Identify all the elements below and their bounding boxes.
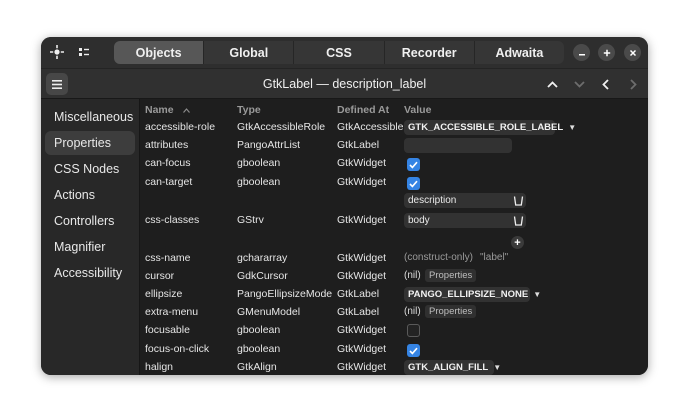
properties-table: Name Type Defined At Value accessible-ro… — [140, 99, 648, 375]
accessible-role-dropdown[interactable]: GTK_ACCESSIBLE_ROLE_LABEL ▼ — [404, 120, 576, 135]
sidebar-item-css-nodes[interactable]: CSS Nodes — [45, 157, 135, 181]
trash-icon — [513, 196, 524, 206]
property-defined-at: GtkAccessible — [337, 121, 404, 133]
cursor-properties-button[interactable]: Properties — [425, 269, 477, 282]
dropdown-arrow-icon: ▼ — [568, 123, 577, 132]
property-type: GtkAlign — [237, 361, 277, 373]
extra-menu-value: (nil) — [404, 306, 421, 317]
property-name: halign — [145, 361, 174, 373]
column-header-value[interactable]: Value — [404, 104, 431, 116]
chevron-right-icon[interactable] — [624, 75, 642, 93]
can-target-checkbox[interactable] — [407, 177, 420, 190]
property-type: gboolean — [237, 343, 281, 355]
property-type: GStrv — [237, 214, 264, 226]
property-type: GtkAccessibleRole — [237, 121, 326, 133]
column-header-defined-at[interactable]: Defined At — [337, 104, 389, 116]
sidebar-item-properties[interactable]: Properties — [45, 131, 135, 155]
tab-css[interactable]: CSS — [294, 41, 385, 64]
property-type: gchararray — [237, 252, 288, 264]
tab-adwaita[interactable]: Adwaita — [474, 41, 564, 64]
chevron-up-icon[interactable] — [543, 75, 561, 93]
focus-on-click-checkbox[interactable] — [407, 344, 420, 357]
can-focus-checkbox[interactable] — [407, 158, 420, 171]
object-tree-icon[interactable] — [73, 41, 95, 63]
remove-class-button[interactable] — [512, 194, 525, 207]
property-type: gboolean — [237, 157, 281, 169]
minimize-icon — [578, 53, 585, 55]
tab-global[interactable]: Global — [204, 41, 295, 64]
chevron-left-icon[interactable] — [596, 75, 614, 93]
dropdown-arrow-icon: ▼ — [493, 363, 502, 372]
tab-recorder[interactable]: Recorder — [384, 41, 475, 64]
property-name: css-name — [145, 252, 191, 264]
property-name: accessible-role — [145, 121, 216, 133]
inspector-window: Objects Global CSS Recorder Adwaita GtkL… — [41, 37, 648, 375]
property-name: can-focus — [145, 157, 191, 169]
property-name: css-classes — [145, 214, 200, 226]
css-name-value: "label" — [480, 252, 509, 263]
checkmark-icon — [409, 161, 418, 169]
property-type: PangoAttrList — [237, 139, 301, 151]
sidebar-item-miscellaneous[interactable]: Miscellaneous — [45, 105, 135, 129]
property-type: GdkCursor — [237, 270, 288, 282]
focusable-checkbox[interactable] — [407, 324, 420, 337]
cursor-value: (nil) — [404, 270, 421, 281]
property-defined-at: GtkLabel — [337, 139, 380, 151]
checkmark-icon — [409, 180, 418, 188]
property-type: GMenuModel — [237, 306, 301, 318]
checkmark-icon — [409, 347, 418, 355]
close-icon — [629, 49, 636, 56]
chevron-down-icon[interactable] — [570, 75, 588, 93]
property-name: focusable — [145, 324, 190, 336]
property-name: cursor — [145, 270, 175, 282]
sidebar-item-magnifier[interactable]: Magnifier — [45, 235, 135, 259]
minimize-button[interactable] — [573, 44, 590, 61]
attributes-entry[interactable] — [404, 138, 512, 153]
property-defined-at: GtkLabel — [337, 288, 380, 300]
property-defined-at: GtkWidget — [337, 176, 387, 188]
property-type: PangoEllipsizeMode — [237, 288, 333, 300]
property-name: ellipsize — [145, 288, 183, 300]
property-defined-at: GtkLabel — [337, 306, 380, 318]
column-header-name[interactable]: Name — [145, 104, 190, 116]
sidebar-item-accessibility[interactable]: Accessibility — [45, 261, 135, 285]
ellipsize-dropdown[interactable]: PANGO_ELLIPSIZE_NONE ▼ — [404, 287, 541, 302]
sidebar-item-actions[interactable]: Actions — [45, 183, 135, 207]
column-header-type[interactable]: Type — [237, 104, 261, 116]
construct-only-label: (construct-only) — [404, 252, 473, 263]
property-name: can-target — [145, 176, 193, 188]
property-defined-at: GtkWidget — [337, 343, 387, 355]
sidebar: Miscellaneous Properties CSS Nodes Actio… — [41, 99, 140, 375]
property-defined-at: GtkWidget — [337, 214, 387, 226]
remove-class-button[interactable] — [512, 214, 525, 227]
property-defined-at: GtkWidget — [337, 324, 387, 336]
property-type: gboolean — [237, 176, 281, 188]
css-class-entry[interactable]: body — [404, 213, 526, 228]
extra-menu-properties-button[interactable]: Properties — [425, 305, 477, 318]
object-header: GtkLabel — description_label — [41, 68, 648, 99]
maximize-button[interactable] — [598, 44, 615, 61]
property-name: attributes — [145, 139, 189, 151]
css-class-entry[interactable]: description — [404, 193, 526, 208]
property-name: extra-menu — [145, 306, 199, 318]
close-button[interactable] — [624, 44, 641, 61]
main-tabs: Objects Global CSS Recorder Adwaita — [114, 41, 564, 64]
property-defined-at: GtkWidget — [337, 361, 387, 373]
property-defined-at: GtkWidget — [337, 252, 387, 264]
property-name: focus-on-click — [145, 343, 210, 355]
maximize-icon — [603, 49, 610, 56]
halign-dropdown[interactable]: GTK_ALIGN_FILL ▼ — [404, 360, 501, 375]
dropdown-arrow-icon: ▼ — [533, 290, 542, 299]
sort-ascending-icon — [182, 108, 190, 113]
property-defined-at: GtkWidget — [337, 270, 387, 282]
plus-icon: + — [514, 236, 521, 249]
crosshair-icon[interactable] — [46, 41, 68, 63]
add-class-button[interactable]: + — [511, 236, 524, 249]
property-type: gboolean — [237, 324, 281, 336]
header-bar: Objects Global CSS Recorder Adwaita — [41, 37, 648, 68]
tab-objects[interactable]: Objects — [114, 41, 205, 64]
sidebar-item-controllers[interactable]: Controllers — [45, 209, 135, 233]
trash-icon — [513, 216, 524, 226]
property-defined-at: GtkWidget — [337, 157, 387, 169]
